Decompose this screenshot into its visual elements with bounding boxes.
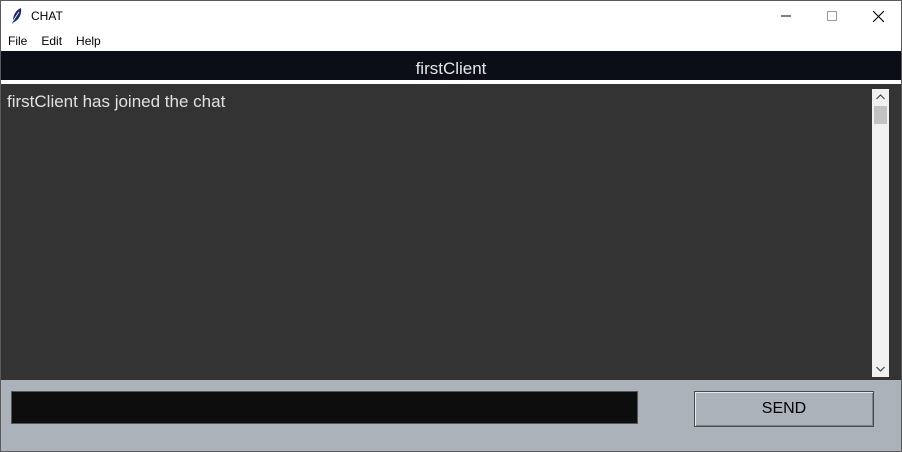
chat-scrollbar[interactable]: [872, 89, 889, 377]
chat-message: firstClient has joined the chat: [7, 92, 226, 111]
message-input[interactable]: [11, 391, 638, 424]
close-icon: [872, 10, 884, 22]
send-button[interactable]: SEND: [694, 391, 874, 427]
maximize-button[interactable]: [809, 1, 855, 31]
minimize-icon: [781, 15, 791, 17]
scroll-thumb[interactable]: [874, 106, 887, 124]
chevron-down-icon: [876, 366, 885, 372]
chevron-up-icon: [876, 94, 885, 100]
minimize-button[interactable]: [763, 1, 809, 31]
menu-file[interactable]: File: [1, 31, 34, 51]
menu-help[interactable]: Help: [69, 31, 108, 51]
feather-icon: [10, 7, 24, 25]
chat-header: firstClient: [1, 51, 901, 80]
scroll-down-button[interactable]: [872, 361, 889, 377]
composer-bar: SEND: [1, 380, 901, 451]
header-title: firstClient: [415, 59, 487, 78]
scroll-up-button[interactable]: [872, 89, 889, 105]
close-button[interactable]: [855, 1, 901, 31]
chat-window: CHAT File Edit Help firstClient firstCli: [0, 0, 902, 452]
maximize-icon: [827, 11, 837, 21]
menu-edit[interactable]: Edit: [34, 31, 69, 51]
send-button-label: SEND: [761, 400, 807, 417]
title-bar[interactable]: CHAT: [1, 1, 901, 31]
menu-bar: File Edit Help: [1, 31, 901, 51]
chat-log[interactable]: firstClient has joined the chat: [7, 92, 867, 112]
chat-log-panel[interactable]: firstClient has joined the chat: [1, 84, 901, 380]
window-title: CHAT: [31, 9, 63, 23]
